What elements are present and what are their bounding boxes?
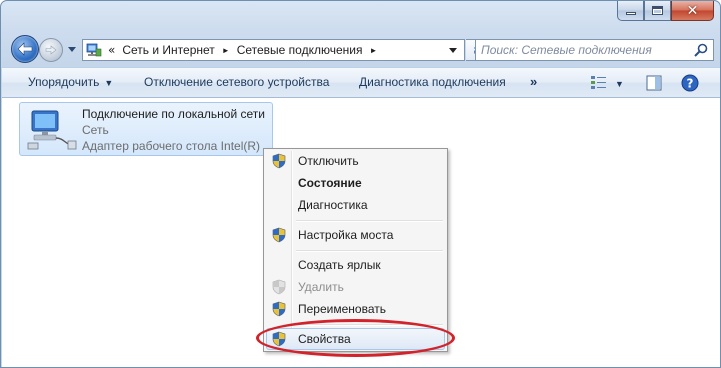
menu-item-label: Создать ярлык <box>298 258 381 272</box>
address-dropdown-button[interactable] <box>444 40 462 60</box>
svg-text:?: ? <box>687 77 694 91</box>
menu-item-status[interactable]: Состояние <box>266 172 445 194</box>
menu-item-label: Диагностика <box>298 198 368 212</box>
recent-pages-dropdown-icon <box>68 46 76 52</box>
forward-arrow-icon <box>45 45 57 55</box>
network-adapter-item[interactable]: Подключение по локальной сети Сеть Адапт… <box>19 102 273 156</box>
menu-item-label: Переименовать <box>298 302 386 316</box>
back-button[interactable] <box>11 35 39 63</box>
maximize-button[interactable] <box>644 1 671 21</box>
close-icon: ✕ <box>686 2 699 19</box>
back-arrow-icon <box>17 42 33 56</box>
breadcrumb-network-internet[interactable]: Сеть и Интернет <box>122 43 214 57</box>
menu-item-diagnostics[interactable]: Диагностика <box>266 194 445 216</box>
change-view-button[interactable] <box>590 74 608 92</box>
disable-device-button[interactable]: Отключение сетевого устройства <box>144 75 329 89</box>
diagnose-connection-button[interactable]: Диагностика подключения <box>359 75 506 89</box>
menu-separator <box>296 220 443 222</box>
organize-label: Упорядочить <box>28 75 100 89</box>
menu-item-rename[interactable]: Переименовать <box>266 298 445 320</box>
help-button[interactable]: ? <box>681 74 699 92</box>
menu-item-properties[interactable]: Свойства <box>266 328 445 350</box>
adapter-name: Подключение по локальной сети <box>82 107 265 121</box>
menu-item-create-shortcut[interactable]: Создать ярлык <box>266 254 445 276</box>
caption-buttons: ✕ <box>617 1 714 21</box>
menu-item-delete[interactable]: Удалить <box>266 276 445 298</box>
menu-item-label: Состояние <box>298 176 362 190</box>
menu-item-bridge[interactable]: Настройка моста <box>266 224 445 246</box>
adapter-description: Адаптер рабочего стола Intel(R) ... <box>82 139 274 153</box>
recent-pages-button[interactable] <box>66 42 78 56</box>
uac-shield-icon <box>272 153 286 169</box>
menu-separator <box>296 250 443 252</box>
forward-button[interactable] <box>39 38 63 62</box>
breadcrumb-separator[interactable]: ► <box>222 46 230 55</box>
minimize-icon <box>625 12 636 15</box>
toolbar-overflow-button[interactable]: » <box>530 74 537 89</box>
disable-device-label: Отключение сетевого устройства <box>144 75 330 89</box>
address-overflow[interactable]: « <box>108 43 115 57</box>
adapter-network: Сеть <box>82 123 109 137</box>
search-icon[interactable] <box>693 42 709 58</box>
chevron-down-icon <box>449 47 457 53</box>
diagnose-connection-label: Диагностика подключения <box>359 75 506 89</box>
breadcrumb-network-connections[interactable]: Сетевые подключения <box>237 43 363 57</box>
uac-shield-icon <box>272 227 286 243</box>
menu-item-disable[interactable]: Отключить <box>266 150 445 172</box>
maximize-icon <box>652 6 663 15</box>
command-bar: Упорядочить ▼ Отключение сетевого устройс… <box>2 67 720 98</box>
network-folder-icon <box>86 42 102 58</box>
organize-button[interactable]: Упорядочить ▼ <box>28 75 113 89</box>
preview-pane-icon <box>646 75 662 91</box>
menu-item-label: Удалить <box>298 280 344 294</box>
search-box[interactable]: Поиск: Сетевые подключения <box>475 39 714 61</box>
uac-shield-icon <box>272 301 286 317</box>
change-view-icon <box>591 76 606 89</box>
preview-pane-button[interactable] <box>645 74 663 92</box>
chevron-down-icon: ▼ <box>615 79 624 89</box>
help-icon: ? <box>681 74 699 92</box>
menu-item-label: Отключить <box>298 154 359 168</box>
address-bar[interactable]: « Сеть и Интернет ► Сетевые подключения … <box>82 39 465 61</box>
menu-item-label: Настройка моста <box>298 228 394 242</box>
view-options-dropdown[interactable]: ▼ <box>615 76 624 90</box>
search-placeholder[interactable]: Поиск: Сетевые подключения <box>481 43 652 57</box>
menu-separator <box>296 324 443 326</box>
chevron-down-icon: ▼ <box>104 78 114 88</box>
explorer-window: ✕ « Сеть и Интернет ► Сетевые подключени… <box>0 0 721 368</box>
breadcrumb-separator[interactable]: ► <box>369 46 377 55</box>
close-button[interactable]: ✕ <box>671 1 714 21</box>
network-adapter-icon <box>26 107 78 153</box>
uac-shield-icon <box>272 279 286 295</box>
uac-shield-icon <box>272 331 286 347</box>
navigation-bar: « Сеть и Интернет ► Сетевые подключения … <box>9 35 714 63</box>
minimize-button[interactable] <box>617 1 644 21</box>
context-menu: Отключить Состояние Диагностика Настройк… <box>263 148 448 352</box>
menu-item-label: Свойства <box>298 332 351 346</box>
